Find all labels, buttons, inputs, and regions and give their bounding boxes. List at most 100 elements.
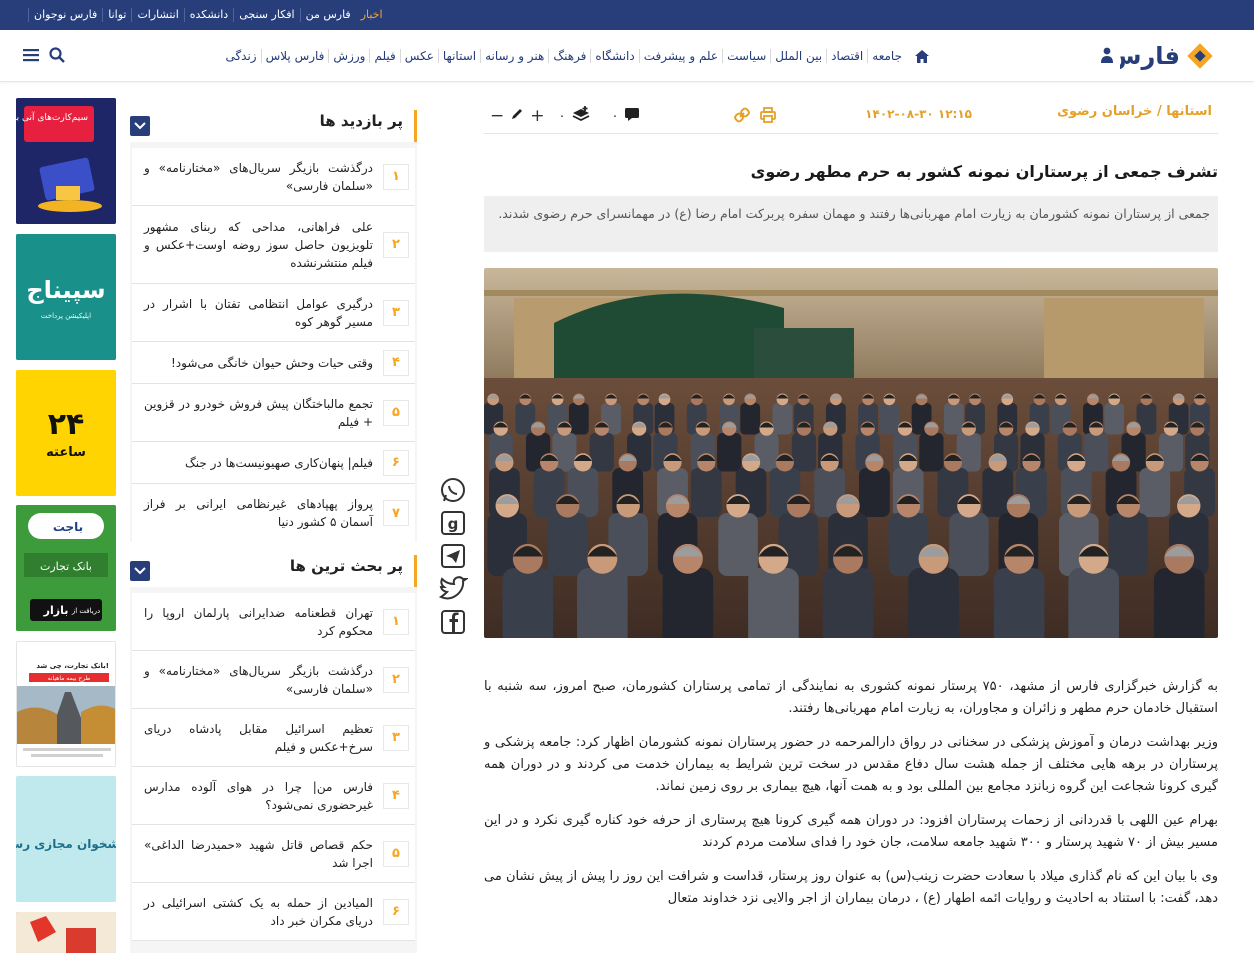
nav-sport[interactable]: ورزش xyxy=(328,49,369,63)
ad-bajet[interactable]: باجت بانک تجارت بازار دریافت از xyxy=(16,505,116,631)
nav-culture[interactable]: فرهنگ xyxy=(548,49,590,63)
article-body: به گزارش خبرگزاری فارس از مشهد، ۷۵۰ پرست… xyxy=(484,676,1218,922)
chevron-down-icon[interactable] xyxy=(130,561,150,581)
list-item[interactable]: ۶ المیادین از حمله به یک کشتی اسرائیلی در… xyxy=(132,883,415,941)
list-item[interactable]: ۳ تعظیم اسرائیل مقابل پادشاه دریای سرخ+عک… xyxy=(132,709,415,767)
nav-provinces[interactable]: استانها xyxy=(437,49,480,63)
item-number: ۶ xyxy=(383,449,409,476)
ad-bank-ad-title: بانک تجارت، چی شد! xyxy=(36,662,109,670)
breadcrumb[interactable]: استانها / خراسان رضوی xyxy=(1057,104,1212,119)
list-item[interactable]: ۶ فیلم| پنهان‌کاری صهیونیست‌ها در جنگ xyxy=(132,442,415,484)
list-item[interactable]: ۳ درگیری عوامل انتظامی تفتان با اشرار در … xyxy=(132,284,415,342)
item-title[interactable]: تجمع مالباختگان پیش فروش خودرو در قزوین … xyxy=(144,395,373,431)
nav-international[interactable]: بین الملل xyxy=(770,49,826,63)
link-icon[interactable] xyxy=(734,107,750,127)
zoom-in-icon[interactable]: + xyxy=(530,106,544,126)
article-lead: جمعی از پرستاران نمونه کشورمان به زیارت … xyxy=(484,196,1218,252)
comment-icon[interactable] xyxy=(624,107,640,126)
item-title[interactable]: علی فراهانی، مداحی که ربنای مشهور تلویزی… xyxy=(144,218,373,272)
nav-life[interactable]: زندگی xyxy=(221,49,260,63)
item-title[interactable]: فیلم| پنهان‌کاری صهیونیست‌ها در جنگ xyxy=(144,454,373,472)
item-number: ۲ xyxy=(383,231,409,258)
list-item[interactable]: ۷ پرواز پهپادهای غیرنظامی ایرانی بر فراز … xyxy=(132,484,415,542)
most-visited-header: پر بازدید ها xyxy=(130,104,417,142)
item-number: ۶ xyxy=(383,898,409,925)
meta-icons xyxy=(734,107,776,127)
ad-bank-text: بانک تجارت xyxy=(40,560,92,573)
nav-photo[interactable]: عکس xyxy=(399,49,438,63)
item-title[interactable]: درگیری عوامل انتظامی تفتان با اشرار در م… xyxy=(144,295,373,331)
list-item[interactable]: ۴ فارس من| چرا در هوای آلوده مدارس غیرحضو… xyxy=(132,767,415,825)
nav-fars-plus[interactable]: فارس پلاس xyxy=(260,49,329,63)
twitter-icon[interactable] xyxy=(438,575,468,603)
ad-partial[interactable] xyxy=(16,912,116,953)
item-number: ۳ xyxy=(383,299,409,326)
home-icon[interactable] xyxy=(912,46,932,66)
article-meta: استانها / خراسان رضوی ۱۴۰۲-۰۸-۳۰ ۱۲:۱۵ −… xyxy=(484,98,1218,134)
header-accent-bar xyxy=(414,110,417,142)
nav-economy[interactable]: اقتصاد xyxy=(826,49,867,63)
nav-university[interactable]: دانشگاه xyxy=(590,49,638,63)
nav-science[interactable]: علم و پیشرفت xyxy=(638,49,722,63)
top-link-fars-man[interactable]: فارس من xyxy=(299,8,356,22)
user-icon[interactable] xyxy=(1100,46,1114,64)
ad-sim-card[interactable]: سیم‌کارت‌های آنی با بسته‌های ویژه xyxy=(16,98,116,224)
article-paragraph: به گزارش خبرگزاری فارس از مشهد، ۷۵۰ پرست… xyxy=(484,679,1218,716)
article-title: تشرف جمعی از پرستاران نمونه کشور به حرم … xyxy=(750,162,1218,181)
logo-text: فارس xyxy=(1120,42,1180,70)
top-link-teen[interactable]: فارس نوجوان xyxy=(28,8,102,22)
print-icon[interactable] xyxy=(760,107,776,127)
list-item[interactable]: ۴ وقتی حیات وحش حیوان خانگی می‌شود! xyxy=(132,342,415,384)
bookmark-stack-icon[interactable] xyxy=(571,105,591,127)
item-title[interactable]: تعظیم اسرائیل مقابل پادشاه دریای سرخ+عکس… xyxy=(144,720,373,756)
top-link-school[interactable]: دانشکده xyxy=(183,8,233,22)
list-item[interactable]: ۵ حکم قصاص قاتل شهید «حمیدرضا الداغی» اجر… xyxy=(132,825,415,883)
list-item[interactable]: ۲ علی فراهانی، مداحی که ربنای مشهور تلویز… xyxy=(132,206,415,284)
ad-24-hours[interactable]: ۲۴ ساعته xyxy=(16,370,116,496)
zoom-out-icon[interactable]: − xyxy=(490,106,504,126)
top-link-news[interactable]: اخبار xyxy=(356,8,388,22)
google-icon[interactable]: g xyxy=(438,509,468,537)
ad-sepinaj[interactable]: سپیناج اپلیکیشن پرداخت xyxy=(16,234,116,360)
nav-film[interactable]: فیلم xyxy=(369,49,399,63)
facebook-icon[interactable] xyxy=(438,608,468,636)
ad-pishkhan-text: با پیشخوان مجازی رسالت xyxy=(16,837,116,852)
ad-24-number: ۲۴ xyxy=(48,407,85,442)
list-item[interactable]: ۱ تهران قطعنامه ضدایرانی پارلمان اروپا را… xyxy=(132,593,415,651)
fars-logo[interactable]: فارس xyxy=(1108,38,1220,74)
item-title[interactable]: درگذشت بازیگر سریال‌های «مختارنامه» و «س… xyxy=(144,662,373,698)
top-link-publications[interactable]: انتشارات xyxy=(131,8,183,22)
menu-icon[interactable] xyxy=(22,46,40,68)
item-title[interactable]: درگذشت بازیگر سریال‌های «مختارنامه» و «س… xyxy=(144,159,373,195)
item-title[interactable]: فارس من| چرا در هوای آلوده مدارس غیرحضور… xyxy=(144,778,373,814)
whatsapp-icon[interactable] xyxy=(438,476,468,504)
nav-politics[interactable]: سیاست xyxy=(722,49,770,63)
ad-pishkhan[interactable]: با پیشخوان مجازی رسالت xyxy=(16,776,116,902)
article-paragraph: وزیر بهداشت درمان و آموزش پزشکی در سخنان… xyxy=(484,735,1218,794)
search-icon[interactable] xyxy=(48,46,66,68)
pen-icon[interactable] xyxy=(510,107,524,125)
top-link-polls[interactable]: افکار سنجی xyxy=(233,8,299,22)
item-title[interactable]: المیادین از حمله به یک کشتی اسرائیلی در … xyxy=(144,894,373,930)
header: جامعه اقتصاد بین الملل سیاست علم و پیشرف… xyxy=(0,30,1254,82)
item-title[interactable]: وقتی حیات وحش حیوان خانگی می‌شود! xyxy=(144,354,373,372)
most-discussed-title: پر بحث ترین ها xyxy=(289,557,403,575)
ad-bank-road[interactable]: بانک تجارت، چی شد! طرح بیمه ماهیانه xyxy=(16,641,116,767)
chevron-down-icon[interactable] xyxy=(130,116,150,136)
top-link-tavana[interactable]: توانا xyxy=(102,8,131,22)
item-title[interactable]: حکم قصاص قاتل شهید «حمیدرضا الداغی» اجرا… xyxy=(144,836,373,872)
ad-sim-text: سیم‌کارت‌های آنی با بسته‌های ویژه xyxy=(16,111,88,123)
nav-society[interactable]: جامعه xyxy=(867,49,906,63)
article-actions: − + ۰ ۰ xyxy=(490,105,640,127)
ad-24-word: ساعته xyxy=(46,445,86,460)
list-item[interactable]: ۲ درگذشت بازیگر سریال‌های «مختارنامه» و «… xyxy=(132,651,415,709)
article-paragraph: وی با بیان این که نام گذاری میلاد با سعا… xyxy=(484,869,1218,906)
article-photo[interactable] xyxy=(484,268,1218,638)
publish-date: ۱۴۰۲-۰۸-۳۰ ۱۲:۱۵ xyxy=(865,107,972,121)
item-title[interactable]: تهران قطعنامه ضدایرانی پارلمان اروپا را … xyxy=(144,604,373,640)
telegram-icon[interactable] xyxy=(438,542,468,570)
list-item[interactable]: ۱ درگذشت بازیگر سریال‌های «مختارنامه» و «… xyxy=(132,148,415,206)
nav-art-media[interactable]: هنر و رسانه xyxy=(480,49,548,63)
item-title[interactable]: پرواز پهپادهای غیرنظامی ایرانی بر فراز آ… xyxy=(144,495,373,531)
list-item[interactable]: ۵ تجمع مالباختگان پیش فروش خودرو در قزوین… xyxy=(132,384,415,442)
